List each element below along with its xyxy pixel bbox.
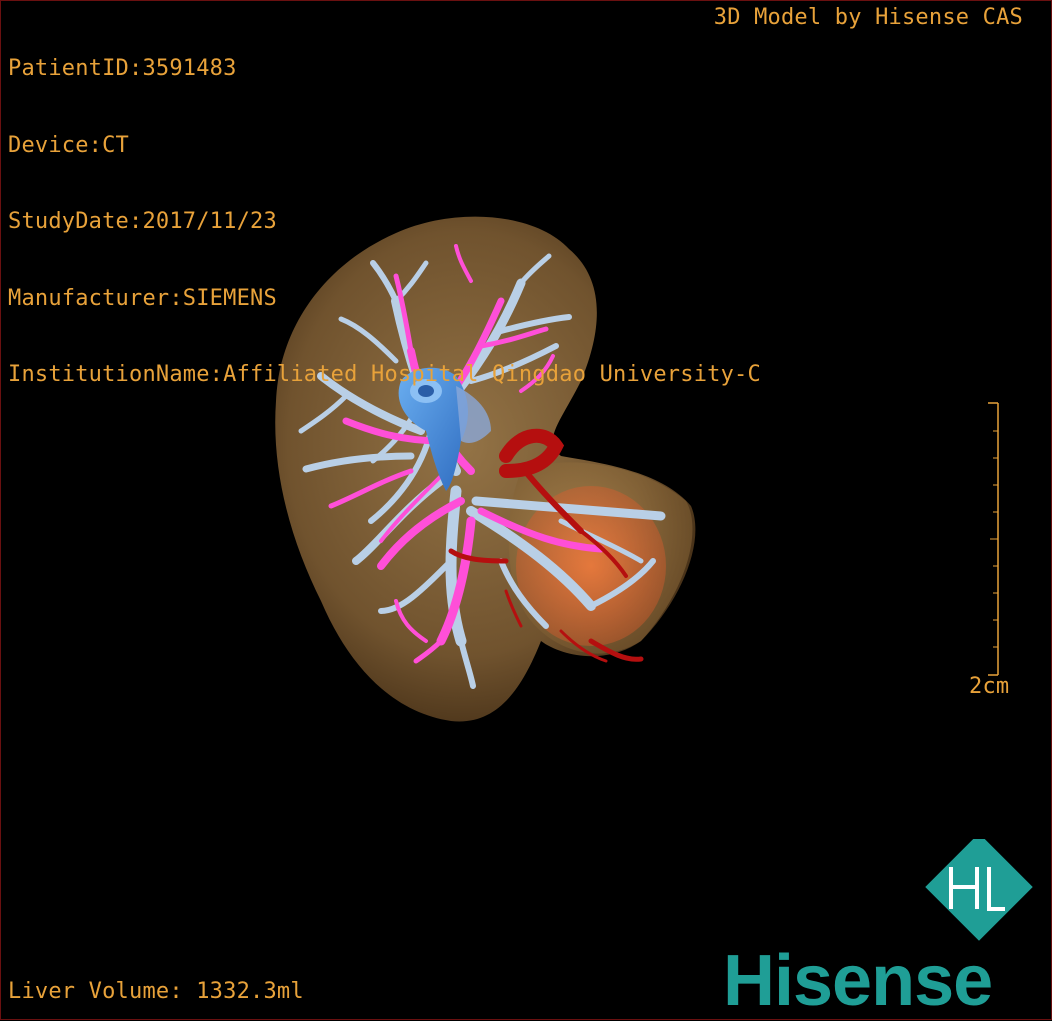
- model-credit: 3D Model by Hisense CAS: [713, 5, 1023, 30]
- liver-volume: Liver Volume: 1332.3ml: [8, 978, 304, 1004]
- 3d-viewport[interactable]: PatientID:3591483 Device:CT StudyDate:20…: [0, 0, 1052, 1020]
- manufacturer: Manufacturer:SIEMENS: [8, 285, 277, 311]
- scale-bar: [988, 402, 999, 676]
- scale-label: 2cm: [969, 674, 1010, 699]
- institution-name: InstitutionName:Affiliated Hospital Qing…: [8, 362, 761, 387]
- hisense-logo: Hisense: [723, 839, 1033, 1011]
- patient-id: PatientID:3591483: [8, 56, 237, 81]
- dicom-metadata: PatientID:3591483 Device:CT StudyDate:20…: [8, 5, 761, 439]
- device: Device:CT: [8, 132, 130, 158]
- svg-text:Hisense: Hisense: [723, 941, 992, 1011]
- study-date: StudyDate:2017/11/23: [8, 209, 277, 234]
